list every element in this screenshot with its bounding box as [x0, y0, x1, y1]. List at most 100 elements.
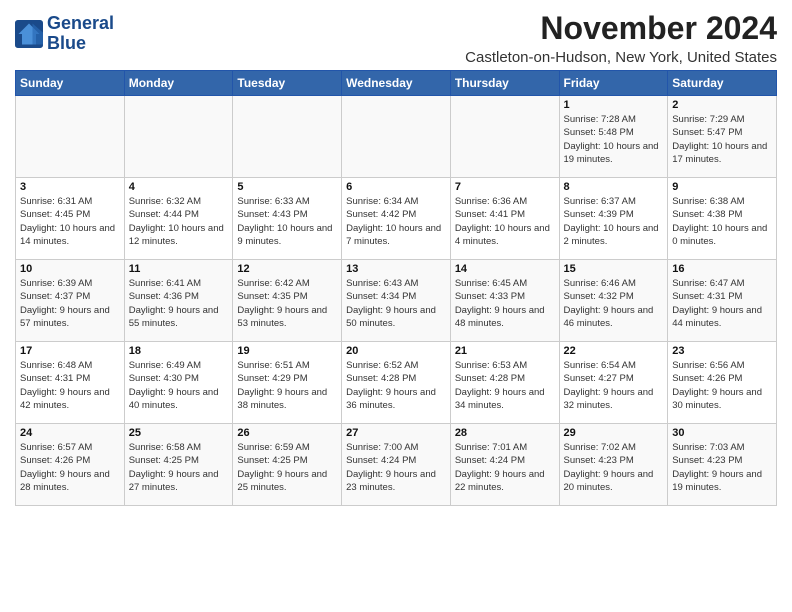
day-number: 27 — [346, 427, 446, 439]
day-number: 22 — [564, 345, 664, 357]
month-title: November 2024 — [465, 10, 777, 47]
calendar-cell: 4 Sunrise: 6:32 AMSunset: 4:44 PMDaylight… — [124, 178, 233, 260]
day-number: 12 — [237, 263, 337, 275]
calendar-cell — [124, 96, 233, 178]
day-info: Sunrise: 6:36 AMSunset: 4:41 PMDaylight:… — [455, 195, 555, 248]
day-info: Sunrise: 6:59 AMSunset: 4:25 PMDaylight:… — [237, 441, 337, 494]
day-number: 26 — [237, 427, 337, 439]
calendar-table: SundayMondayTuesdayWednesdayThursdayFrid… — [15, 70, 777, 506]
day-number: 10 — [20, 263, 120, 275]
logo-icon — [15, 20, 43, 48]
day-info: Sunrise: 6:57 AMSunset: 4:26 PMDaylight:… — [20, 441, 120, 494]
calendar-cell: 2 Sunrise: 7:29 AMSunset: 5:47 PMDaylight… — [668, 96, 777, 178]
calendar-week-1: 3Sunrise: 6:31 AMSunset: 4:45 PMDaylight… — [16, 178, 777, 260]
day-info: Sunrise: 6:45 AMSunset: 4:33 PMDaylight:… — [455, 277, 555, 330]
day-info: Sunrise: 6:54 AMSunset: 4:27 PMDaylight:… — [564, 359, 664, 412]
day-number: 13 — [346, 263, 446, 275]
calendar-cell — [233, 96, 342, 178]
calendar-cell: 6 Sunrise: 6:34 AMSunset: 4:42 PMDaylight… — [342, 178, 451, 260]
day-number: 15 — [564, 263, 664, 275]
day-info: Sunrise: 7:00 AMSunset: 4:24 PMDaylight:… — [346, 441, 446, 494]
calendar-cell: 22 Sunrise: 6:54 AMSunset: 4:27 PMDayligh… — [559, 342, 668, 424]
day-number: 11 — [129, 263, 229, 275]
day-info: Sunrise: 7:29 AMSunset: 5:47 PMDaylight:… — [672, 113, 772, 166]
calendar-cell: 15 Sunrise: 6:46 AMSunset: 4:32 PMDayligh… — [559, 260, 668, 342]
day-number: 16 — [672, 263, 772, 275]
calendar-cell: 19 Sunrise: 6:51 AMSunset: 4:29 PMDayligh… — [233, 342, 342, 424]
day-number: 5 — [237, 181, 337, 193]
day-number: 25 — [129, 427, 229, 439]
calendar-cell: 26 Sunrise: 6:59 AMSunset: 4:25 PMDayligh… — [233, 424, 342, 506]
day-info: Sunrise: 6:52 AMSunset: 4:28 PMDaylight:… — [346, 359, 446, 412]
day-info: Sunrise: 6:41 AMSunset: 4:36 PMDaylight:… — [129, 277, 229, 330]
calendar-cell: 10 Sunrise: 6:39 AMSunset: 4:37 PMDayligh… — [16, 260, 125, 342]
day-info: Sunrise: 6:38 AMSunset: 4:38 PMDaylight:… — [672, 195, 772, 248]
day-info: Sunrise: 6:33 AMSunset: 4:43 PMDaylight:… — [237, 195, 337, 248]
day-info: Sunrise: 6:53 AMSunset: 4:28 PMDaylight:… — [455, 359, 555, 412]
calendar-cell: 11 Sunrise: 6:41 AMSunset: 4:36 PMDayligh… — [124, 260, 233, 342]
day-number: 14 — [455, 263, 555, 275]
day-info: Sunrise: 7:28 AMSunset: 5:48 PMDaylight:… — [564, 113, 664, 166]
day-info: Sunrise: 6:31 AMSunset: 4:45 PMDaylight:… — [20, 195, 120, 248]
calendar-header-sunday: Sunday — [16, 71, 125, 96]
day-info: Sunrise: 6:32 AMSunset: 4:44 PMDaylight:… — [129, 195, 229, 248]
logo-text: General Blue — [47, 14, 114, 54]
day-number: 17 — [20, 345, 120, 357]
day-info: Sunrise: 6:58 AMSunset: 4:25 PMDaylight:… — [129, 441, 229, 494]
title-area: November 2024 Castleton-on-Hudson, New Y… — [465, 10, 777, 66]
logo: General Blue — [15, 14, 114, 54]
day-number: 29 — [564, 427, 664, 439]
calendar-cell: 17 Sunrise: 6:48 AMSunset: 4:31 PMDayligh… — [16, 342, 125, 424]
calendar-cell: 30Sunrise: 7:03 AMSunset: 4:23 PMDayligh… — [668, 424, 777, 506]
day-number: 21 — [455, 345, 555, 357]
day-info: Sunrise: 6:37 AMSunset: 4:39 PMDaylight:… — [564, 195, 664, 248]
calendar-cell: 29 Sunrise: 7:02 AMSunset: 4:23 PMDayligh… — [559, 424, 668, 506]
day-info: Sunrise: 6:48 AMSunset: 4:31 PMDaylight:… — [20, 359, 120, 412]
calendar-cell: 1 Sunrise: 7:28 AMSunset: 5:48 PMDaylight… — [559, 96, 668, 178]
day-info: Sunrise: 7:02 AMSunset: 4:23 PMDaylight:… — [564, 441, 664, 494]
calendar-cell: 12 Sunrise: 6:42 AMSunset: 4:35 PMDayligh… — [233, 260, 342, 342]
calendar-week-2: 10 Sunrise: 6:39 AMSunset: 4:37 PMDayligh… — [16, 260, 777, 342]
calendar-week-0: 1 Sunrise: 7:28 AMSunset: 5:48 PMDaylight… — [16, 96, 777, 178]
calendar-cell: 25 Sunrise: 6:58 AMSunset: 4:25 PMDayligh… — [124, 424, 233, 506]
calendar-cell: 7 Sunrise: 6:36 AMSunset: 4:41 PMDaylight… — [450, 178, 559, 260]
calendar-cell — [342, 96, 451, 178]
calendar-header-monday: Monday — [124, 71, 233, 96]
day-number: 19 — [237, 345, 337, 357]
day-number: 6 — [346, 181, 446, 193]
calendar-cell: 3Sunrise: 6:31 AMSunset: 4:45 PMDaylight… — [16, 178, 125, 260]
header: General Blue November 2024 Castleton-on-… — [15, 10, 777, 66]
calendar-header-saturday: Saturday — [668, 71, 777, 96]
calendar-cell: 24 Sunrise: 6:57 AMSunset: 4:26 PMDayligh… — [16, 424, 125, 506]
day-info: Sunrise: 6:51 AMSunset: 4:29 PMDaylight:… — [237, 359, 337, 412]
calendar-cell: 16 Sunrise: 6:47 AMSunset: 4:31 PMDayligh… — [668, 260, 777, 342]
day-number: 20 — [346, 345, 446, 357]
day-info: Sunrise: 6:39 AMSunset: 4:37 PMDaylight:… — [20, 277, 120, 330]
calendar-cell: 14 Sunrise: 6:45 AMSunset: 4:33 PMDayligh… — [450, 260, 559, 342]
calendar-cell: 27 Sunrise: 7:00 AMSunset: 4:24 PMDayligh… — [342, 424, 451, 506]
day-info: Sunrise: 6:46 AMSunset: 4:32 PMDaylight:… — [564, 277, 664, 330]
day-info: Sunrise: 6:42 AMSunset: 4:35 PMDaylight:… — [237, 277, 337, 330]
calendar-cell: 9Sunrise: 6:38 AMSunset: 4:38 PMDaylight… — [668, 178, 777, 260]
day-info: Sunrise: 6:56 AMSunset: 4:26 PMDaylight:… — [672, 359, 772, 412]
calendar-cell: 21 Sunrise: 6:53 AMSunset: 4:28 PMDayligh… — [450, 342, 559, 424]
day-number: 8 — [564, 181, 664, 193]
day-info: Sunrise: 6:34 AMSunset: 4:42 PMDaylight:… — [346, 195, 446, 248]
day-number: 7 — [455, 181, 555, 193]
calendar-cell: 20 Sunrise: 6:52 AMSunset: 4:28 PMDayligh… — [342, 342, 451, 424]
calendar-header-wednesday: Wednesday — [342, 71, 451, 96]
calendar-cell: 13Sunrise: 6:43 AMSunset: 4:34 PMDayligh… — [342, 260, 451, 342]
calendar-cell: 28Sunrise: 7:01 AMSunset: 4:24 PMDayligh… — [450, 424, 559, 506]
calendar-cell: 8 Sunrise: 6:37 AMSunset: 4:39 PMDaylight… — [559, 178, 668, 260]
location-title: Castleton-on-Hudson, New York, United St… — [465, 49, 777, 66]
day-number: 18 — [129, 345, 229, 357]
calendar-cell: 18Sunrise: 6:49 AMSunset: 4:30 PMDayligh… — [124, 342, 233, 424]
day-info: Sunrise: 6:47 AMSunset: 4:31 PMDaylight:… — [672, 277, 772, 330]
day-number: 24 — [20, 427, 120, 439]
calendar-cell — [450, 96, 559, 178]
day-number: 4 — [129, 181, 229, 193]
calendar-cell: 23Sunrise: 6:56 AMSunset: 4:26 PMDayligh… — [668, 342, 777, 424]
day-number: 1 — [564, 99, 664, 111]
day-number: 2 — [672, 99, 772, 111]
day-number: 30 — [672, 427, 772, 439]
